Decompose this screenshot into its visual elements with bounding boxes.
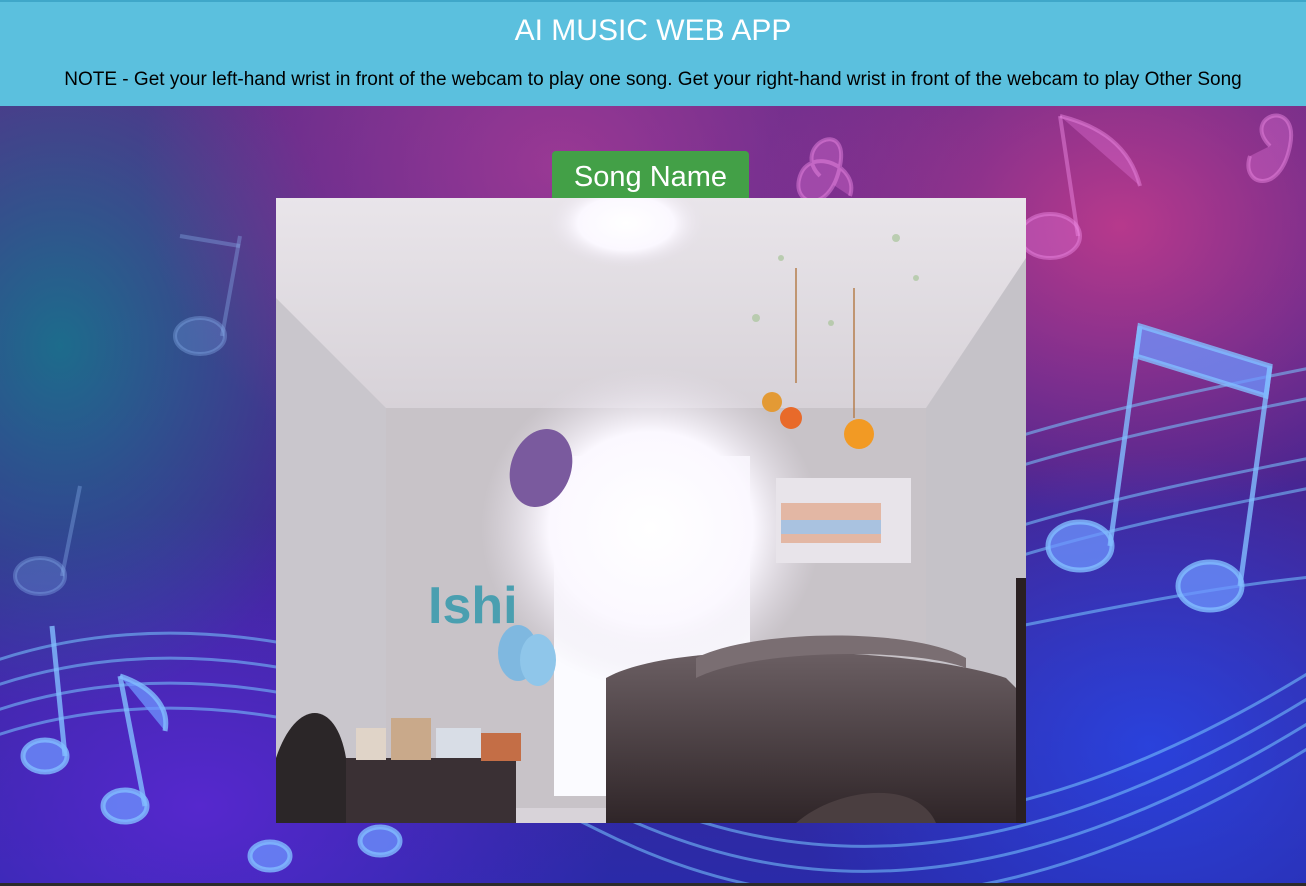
song-name-button[interactable]: Song Name xyxy=(552,151,749,203)
instruction-note: NOTE - Get your left-hand wrist in front… xyxy=(64,69,1242,90)
webcam-feed: Ishi xyxy=(276,198,1026,823)
wall-letters: Ishi xyxy=(428,577,518,635)
page-title: AI MUSIC WEB APP xyxy=(514,14,792,47)
app-header: AI MUSIC WEB APP NOTE - Get your left-ha… xyxy=(0,0,1306,106)
